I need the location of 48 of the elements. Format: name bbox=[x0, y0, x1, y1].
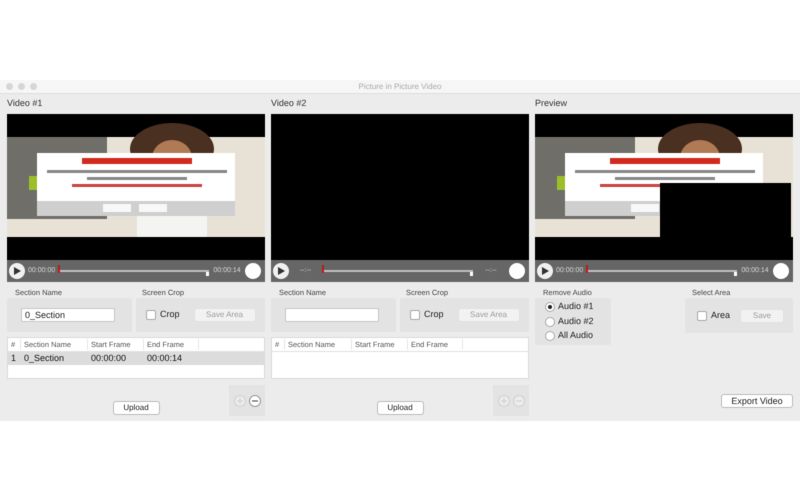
radio-button[interactable] bbox=[545, 302, 555, 312]
crop-checkbox[interactable]: Crop bbox=[410, 308, 444, 322]
playhead-marker[interactable] bbox=[586, 265, 588, 273]
area-checkbox[interactable]: Area bbox=[697, 308, 730, 322]
play-icon bbox=[14, 267, 20, 275]
audio-radio[interactable]: Audio #2 bbox=[545, 314, 611, 328]
upload-button[interactable]: Upload bbox=[112, 401, 160, 415]
minus-icon bbox=[252, 400, 258, 402]
end-handle[interactable] bbox=[470, 272, 473, 276]
timeline-slider[interactable] bbox=[322, 265, 473, 277]
table-cell-text: 00:00:00 bbox=[90, 352, 128, 365]
section-name-field[interactable] bbox=[285, 308, 379, 322]
video-title: Preview bbox=[535, 97, 568, 110]
volume-knob[interactable] bbox=[773, 263, 789, 279]
audio-radio[interactable]: All Audio bbox=[545, 329, 611, 343]
plus-icon bbox=[236, 398, 242, 404]
table-cell-text: 0_Section bbox=[23, 352, 66, 365]
video-title: Video #2 bbox=[271, 97, 306, 110]
timeline-slider[interactable] bbox=[58, 265, 209, 277]
remove-button[interactable] bbox=[248, 394, 260, 406]
audio-radio[interactable]: Audio #1 bbox=[545, 300, 611, 314]
play-button[interactable] bbox=[9, 263, 25, 279]
play-button[interactable] bbox=[537, 263, 553, 279]
checkbox[interactable] bbox=[410, 310, 420, 320]
upload-button[interactable]: Upload bbox=[376, 401, 424, 415]
checkbox[interactable] bbox=[697, 310, 707, 320]
volume-knob[interactable] bbox=[509, 263, 525, 279]
table-row[interactable]: 1 0_Section 00:00:00 00:00:14 bbox=[8, 352, 264, 365]
window-title: Picture in Picture Video bbox=[358, 80, 442, 92]
radio-button[interactable] bbox=[545, 316, 555, 326]
play-button[interactable] bbox=[273, 263, 289, 279]
export-video-button[interactable]: Export Video bbox=[721, 394, 793, 408]
video-title: Video #1 bbox=[7, 97, 42, 110]
table-cell-text: 1 bbox=[10, 352, 18, 365]
table-cell-text: 00:00:14 bbox=[146, 352, 184, 365]
playhead-marker[interactable] bbox=[322, 265, 324, 273]
play-icon bbox=[278, 267, 284, 275]
checkbox[interactable] bbox=[146, 310, 156, 320]
radio-button[interactable] bbox=[545, 331, 555, 341]
crop-checkbox[interactable]: Crop bbox=[146, 308, 180, 322]
timeline-slider[interactable] bbox=[586, 265, 737, 277]
plus-icon bbox=[500, 398, 506, 404]
playhead-marker[interactable] bbox=[58, 265, 60, 273]
section-name-field[interactable]: 0_Section bbox=[21, 308, 115, 322]
end-handle[interactable] bbox=[734, 272, 737, 276]
end-handle[interactable] bbox=[206, 272, 209, 276]
volume-knob[interactable] bbox=[245, 263, 261, 279]
play-icon bbox=[542, 267, 548, 275]
